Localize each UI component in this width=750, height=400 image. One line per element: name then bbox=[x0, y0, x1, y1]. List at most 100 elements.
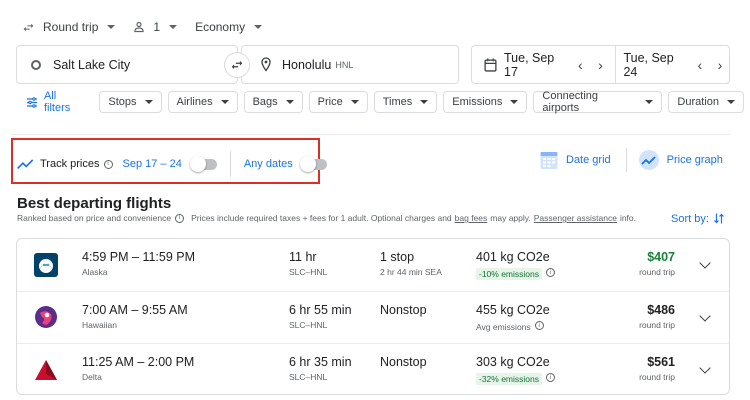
chip-label: Duration bbox=[677, 96, 719, 108]
tune-icon bbox=[26, 96, 37, 108]
price-graph-button[interactable]: Price graph bbox=[638, 150, 723, 170]
any-dates-toggle[interactable] bbox=[299, 155, 327, 172]
destination-code: HNL bbox=[335, 59, 354, 70]
delta-logo bbox=[34, 358, 58, 382]
chip-label: Times bbox=[382, 96, 413, 108]
depart-prev-button[interactable]: ‹ bbox=[571, 57, 589, 73]
depart-date[interactable]: Tue, Sep 17 bbox=[504, 51, 565, 79]
co2-amount: 303 kg CO2e bbox=[476, 355, 550, 369]
section-divider bbox=[12, 134, 730, 135]
passenger-assistance-link[interactable]: Passenger assistance bbox=[534, 213, 617, 223]
chip-label: Airlines bbox=[176, 96, 213, 108]
swap-icon bbox=[231, 60, 243, 70]
flight-stops: Nonstop bbox=[380, 303, 427, 317]
flight-price: $407 bbox=[647, 250, 675, 264]
flight-times: 7:00 AM – 9:55 AM bbox=[82, 303, 188, 317]
chevron-down-icon[interactable] bbox=[699, 362, 711, 374]
ranking-info-icon[interactable]: i bbox=[175, 213, 185, 223]
chip-label: Emissions bbox=[452, 96, 503, 108]
chevron-down-icon bbox=[107, 25, 116, 29]
calendar-icon bbox=[484, 58, 497, 72]
sort-icon bbox=[713, 213, 724, 224]
emissions-badge: -10% emissions bbox=[476, 268, 542, 280]
chevron-down-icon bbox=[727, 100, 735, 104]
passengers-select[interactable]: 1 bbox=[133, 17, 178, 37]
flight-price: $561 bbox=[647, 355, 675, 369]
price-graph-icon bbox=[638, 150, 659, 170]
flight-row-hawaiian[interactable]: 7:00 AM – 9:55 AM Hawaiian 6 hr 55 min S… bbox=[17, 291, 729, 343]
trip-options: Round trip 1 Economy bbox=[22, 17, 263, 37]
track-dates: Sep 17 – 24 bbox=[122, 158, 182, 170]
chevron-down-icon bbox=[645, 100, 654, 104]
chip-label: Bags bbox=[252, 96, 278, 108]
chevron-down-icon bbox=[350, 100, 359, 104]
date-separator bbox=[614, 45, 616, 84]
chevron-down-icon bbox=[144, 100, 153, 104]
all-filters-button[interactable]: All filters bbox=[26, 90, 85, 114]
flight-results-list: 4:59 PM – 11:59 PM Alaska 11 hr SLC–HNL … bbox=[16, 238, 730, 395]
track-prices-row: Track prices i Sep 17 – 24 Any dates bbox=[17, 151, 327, 177]
flight-row-alaska[interactable]: 4:59 PM – 11:59 PM Alaska 11 hr SLC–HNL … bbox=[17, 239, 729, 291]
emissions-label: Avg emissions bbox=[476, 322, 531, 332]
filter-times[interactable]: Times bbox=[373, 91, 438, 113]
trip-type-label: Round trip bbox=[43, 20, 99, 34]
return-next-button[interactable]: › bbox=[711, 57, 729, 73]
chevron-down-icon bbox=[254, 25, 263, 29]
chevron-down-icon[interactable] bbox=[699, 257, 711, 269]
flight-row-delta[interactable]: 11:25 AM – 2:00 PM Delta 6 hr 35 min SLC… bbox=[17, 343, 729, 395]
view-separator bbox=[625, 148, 627, 172]
filter-emissions[interactable]: Emissions bbox=[443, 91, 528, 113]
flight-route: SLC–HNL bbox=[289, 267, 328, 277]
destination-field[interactable]: Honolulu HNL bbox=[241, 45, 459, 84]
chevron-down-icon bbox=[169, 25, 178, 29]
chevron-down-icon bbox=[220, 100, 229, 104]
flight-stops: 1 stop bbox=[380, 250, 415, 264]
passengers-count: 1 bbox=[153, 20, 161, 34]
chevron-down-icon bbox=[420, 100, 429, 104]
trip-type-select[interactable]: Round trip bbox=[22, 17, 116, 37]
flight-route: SLC–HNL bbox=[289, 372, 328, 382]
filter-bags[interactable]: Bags bbox=[243, 91, 303, 113]
airline-name: Hawaiian bbox=[82, 320, 117, 330]
filter-price[interactable]: Price bbox=[308, 91, 368, 113]
chevron-down-icon[interactable] bbox=[699, 310, 711, 322]
origin-circle-icon bbox=[31, 59, 41, 70]
price-type: round trip bbox=[639, 320, 675, 330]
track-dates-toggle[interactable] bbox=[189, 155, 217, 172]
filter-connecting-airports[interactable]: Connecting airports bbox=[533, 90, 663, 114]
may-apply-text: may apply. bbox=[490, 213, 531, 223]
emissions-info-icon[interactable]: i bbox=[534, 321, 544, 331]
return-date[interactable]: Tue, Sep 24 bbox=[623, 51, 684, 79]
depart-next-button[interactable]: › bbox=[591, 57, 609, 73]
filter-airlines[interactable]: Airlines bbox=[167, 91, 238, 113]
origin-field[interactable]: Salt Lake City bbox=[16, 45, 238, 84]
chevron-down-icon bbox=[285, 100, 294, 104]
filter-duration[interactable]: Duration bbox=[668, 91, 744, 113]
alaska-logo bbox=[34, 253, 58, 277]
flight-times: 4:59 PM – 11:59 PM bbox=[82, 250, 196, 264]
swap-locations-button[interactable] bbox=[224, 52, 250, 78]
chip-label: Connecting airports bbox=[542, 90, 599, 114]
cabin-class-label: Economy bbox=[195, 20, 246, 34]
return-prev-button[interactable]: ‹ bbox=[691, 57, 709, 73]
section-title: Best departing flights bbox=[17, 195, 172, 212]
flight-route: SLC–HNL bbox=[289, 320, 328, 330]
bag-fees-link[interactable]: bag fees bbox=[455, 213, 488, 223]
flight-duration: 6 hr 55 min bbox=[289, 303, 352, 317]
chip-label: Stops bbox=[108, 96, 137, 108]
info-icon[interactable]: i bbox=[103, 159, 113, 169]
cabin-class-select[interactable]: Economy bbox=[195, 17, 263, 37]
stop-detail: 2 hr 44 min SEA bbox=[380, 267, 442, 277]
destination-value: Honolulu bbox=[282, 57, 332, 72]
date-grid-button[interactable]: Date grid bbox=[540, 150, 611, 170]
price-type: round trip bbox=[639, 372, 675, 382]
flight-stops: Nonstop bbox=[380, 355, 427, 369]
all-filters-label: All filters bbox=[43, 90, 71, 114]
emissions-info-icon[interactable]: i bbox=[546, 268, 555, 278]
sort-by-button[interactable]: Sort by: bbox=[671, 212, 725, 225]
filter-stops[interactable]: Stops bbox=[99, 91, 162, 113]
person-icon bbox=[133, 21, 145, 33]
flight-price: $486 bbox=[647, 303, 675, 317]
trending-up-icon bbox=[17, 158, 34, 169]
emissions-info-icon[interactable]: i bbox=[546, 373, 555, 383]
